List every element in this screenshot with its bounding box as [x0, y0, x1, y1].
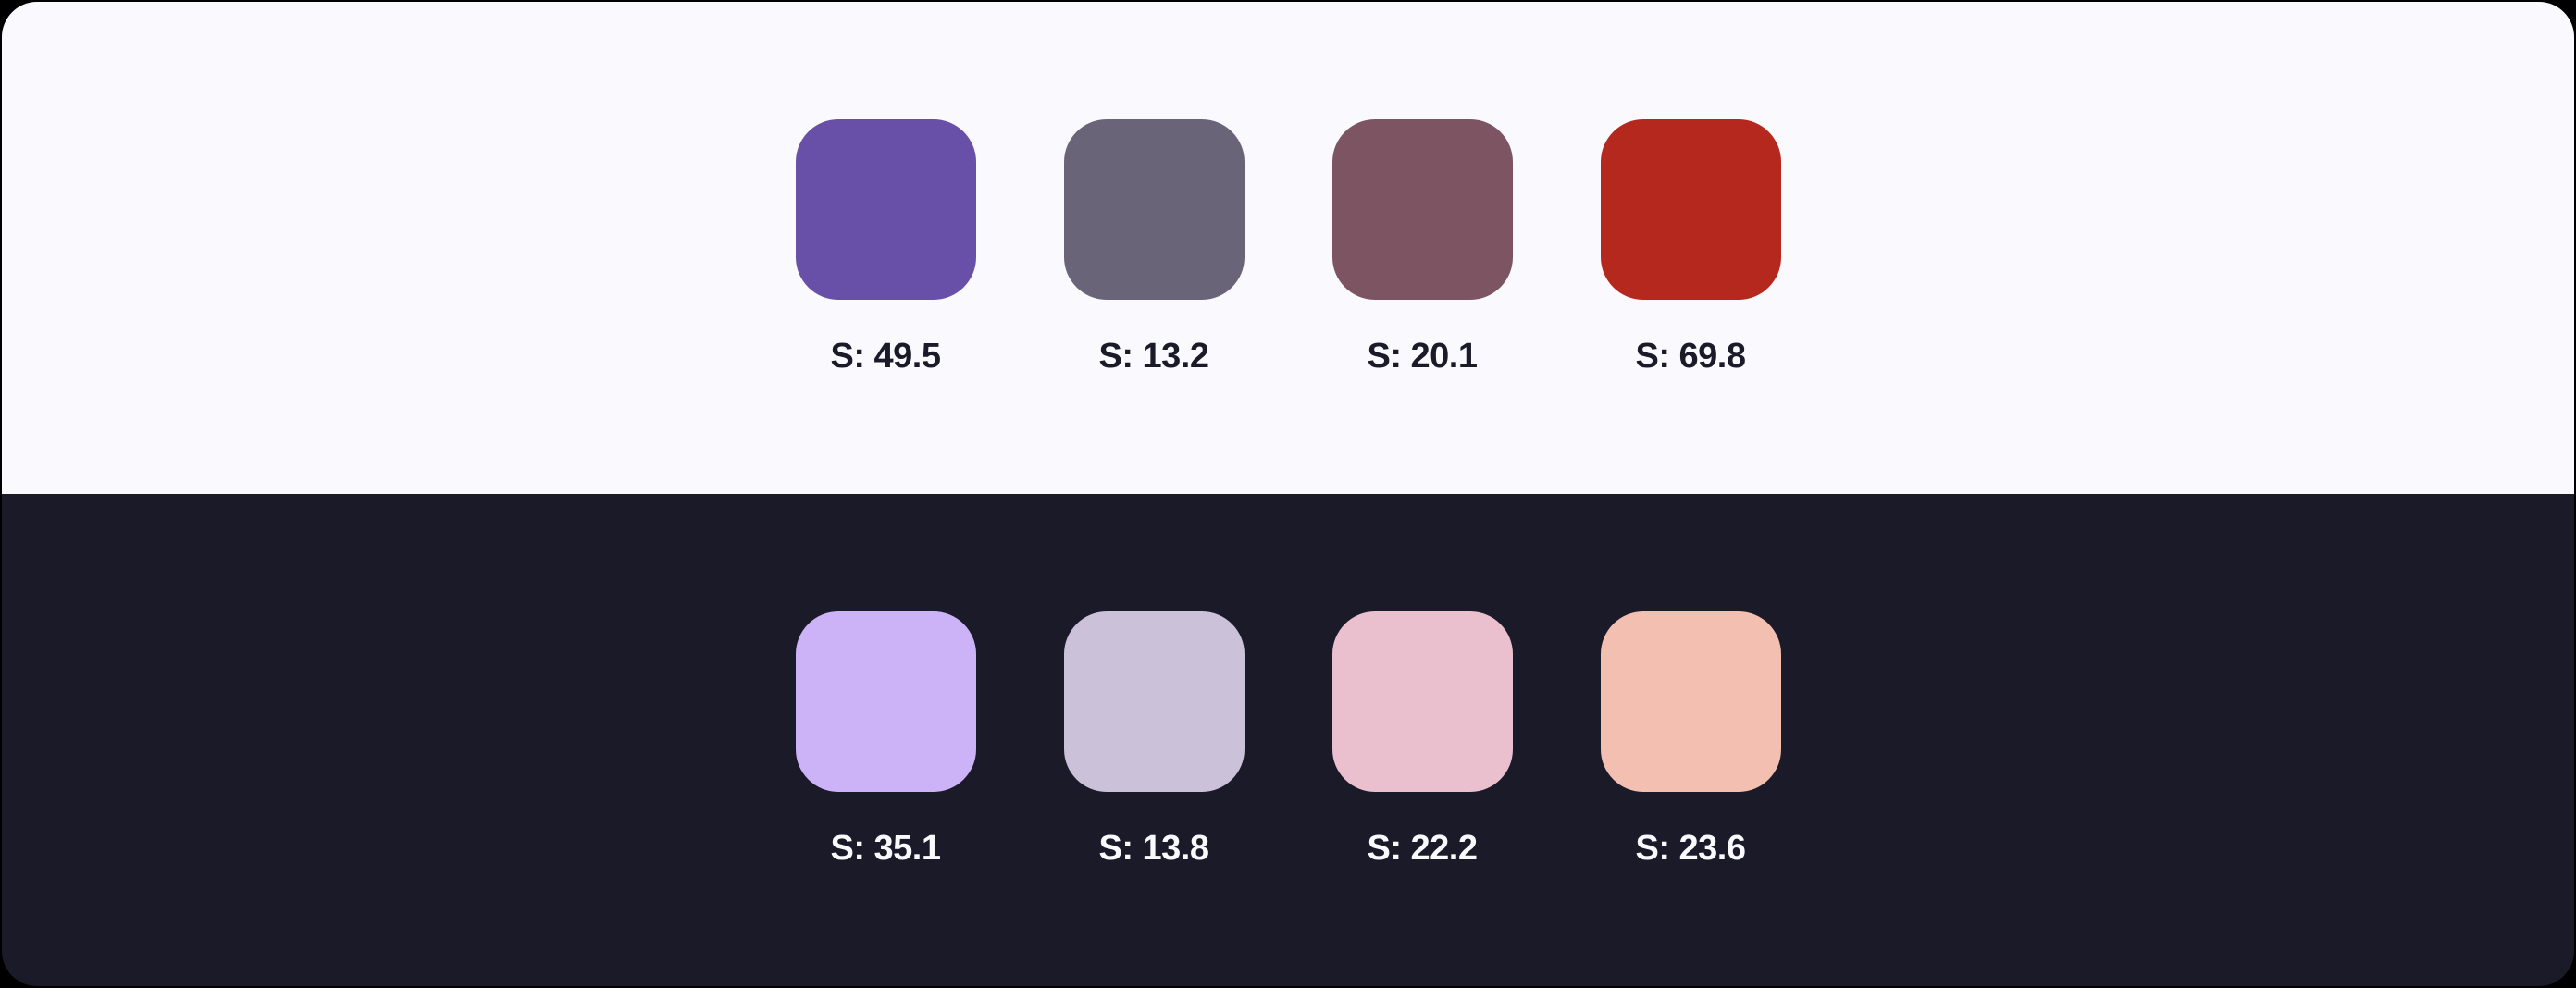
dark-swatch-row: S: 35.1 S: 13.8 S: 22.2 S: 23.6: [796, 611, 1781, 869]
swatch-item: S: 13.2: [1064, 119, 1245, 377]
saturation-label: S: 13.8: [1098, 829, 1208, 869]
saturation-label: S: 23.6: [1635, 829, 1745, 869]
swatch-item: S: 49.5: [796, 119, 976, 377]
color-swatch: [796, 119, 976, 300]
color-swatch: [796, 611, 976, 792]
swatch-item: S: 22.2: [1332, 611, 1513, 869]
saturation-label: S: 35.1: [830, 829, 940, 869]
swatch-item: S: 35.1: [796, 611, 976, 869]
color-comparison-frame: S: 49.5 S: 13.2 S: 20.1 S: 69.8 S: 35.1: [0, 0, 2576, 988]
saturation-label: S: 20.1: [1367, 337, 1477, 377]
color-swatch: [1064, 611, 1245, 792]
saturation-label: S: 22.2: [1367, 829, 1477, 869]
swatch-item: S: 20.1: [1332, 119, 1513, 377]
saturation-label: S: 69.8: [1635, 337, 1745, 377]
color-swatch: [1601, 119, 1781, 300]
light-swatch-row: S: 49.5 S: 13.2 S: 20.1 S: 69.8: [796, 119, 1781, 377]
light-panel: S: 49.5 S: 13.2 S: 20.1 S: 69.8: [2, 2, 2574, 494]
saturation-label: S: 49.5: [830, 337, 940, 377]
swatch-item: S: 13.8: [1064, 611, 1245, 869]
color-swatch: [1601, 611, 1781, 792]
color-swatch: [1064, 119, 1245, 300]
dark-panel: S: 35.1 S: 13.8 S: 22.2 S: 23.6: [2, 494, 2574, 986]
color-swatch: [1332, 611, 1513, 792]
swatch-item: S: 69.8: [1601, 119, 1781, 377]
color-swatch: [1332, 119, 1513, 300]
saturation-label: S: 13.2: [1098, 337, 1208, 377]
swatch-item: S: 23.6: [1601, 611, 1781, 869]
